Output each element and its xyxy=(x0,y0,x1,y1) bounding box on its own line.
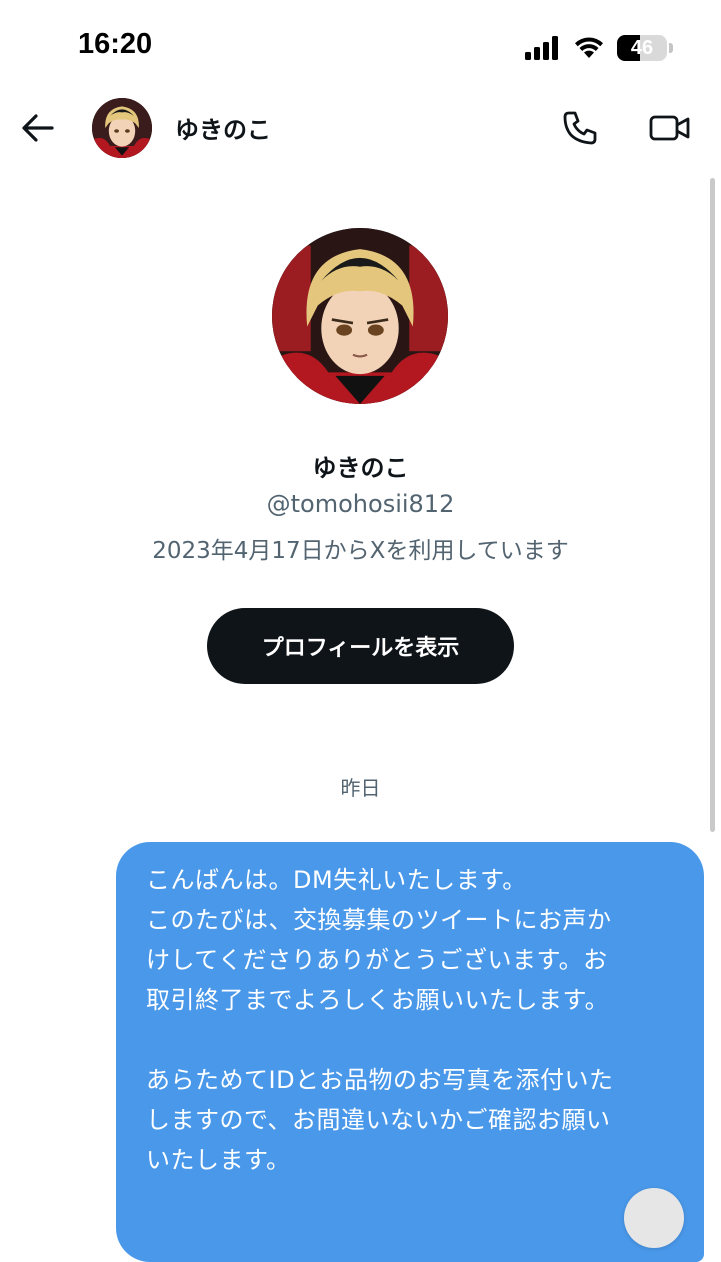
message-line: 取引終了までよろしくお願いいたします。 xyxy=(146,986,610,1014)
back-button[interactable] xyxy=(18,108,58,148)
header-avatar[interactable] xyxy=(92,98,152,158)
avatar-image xyxy=(92,98,152,158)
battery-cap xyxy=(669,43,673,53)
conversation-header: ゆきのこ xyxy=(0,96,721,160)
voice-call-button[interactable] xyxy=(560,108,600,148)
battery-percent: 46 xyxy=(630,36,654,59)
video-camera-icon xyxy=(649,115,690,141)
message-line: このたびは、交換募集のツイートにお声か xyxy=(146,906,612,934)
profile-joined-date: 2023年4月17日からXを利用しています xyxy=(152,538,569,564)
profile-handle: @tomohosii812 xyxy=(266,490,455,518)
avatar-image xyxy=(272,228,448,404)
message-line: あらためてIDとお品物のお写真を添付いた xyxy=(146,1066,614,1094)
video-call-button[interactable] xyxy=(648,108,692,148)
status-bar: 16:20 46 xyxy=(0,0,721,96)
message-line: けしてくださりありがとうございます。お xyxy=(146,946,608,974)
view-profile-button[interactable]: プロフィールを表示 xyxy=(207,608,514,684)
phone-icon xyxy=(563,111,597,145)
wifi-icon xyxy=(575,37,603,58)
message-bubble[interactable]: こんばんは。DM失礼いたします。 このたびは、交換募集のツイートにお声か けして… xyxy=(116,842,704,1262)
message-line: こんばんは。DM失礼いたします。 xyxy=(146,866,527,894)
status-icons: 46 xyxy=(525,34,673,62)
header-contact-name[interactable]: ゆきのこ xyxy=(175,110,271,145)
battery-icon: 46 xyxy=(617,35,667,61)
scroll-to-bottom-button[interactable] xyxy=(624,1188,684,1248)
profile-avatar[interactable] xyxy=(272,228,448,404)
status-time: 16:20 xyxy=(78,28,153,60)
message-line: しますので、お間違いないかご確認お願い xyxy=(146,1106,611,1134)
battery-indicator: 46 xyxy=(617,35,673,61)
message-line: いたします。 xyxy=(146,1146,291,1174)
date-divider: 昨日 xyxy=(340,776,381,800)
back-arrow-icon xyxy=(22,114,54,142)
profile-name: ゆきのこ xyxy=(312,454,409,482)
cellular-signal-icon xyxy=(525,36,558,60)
